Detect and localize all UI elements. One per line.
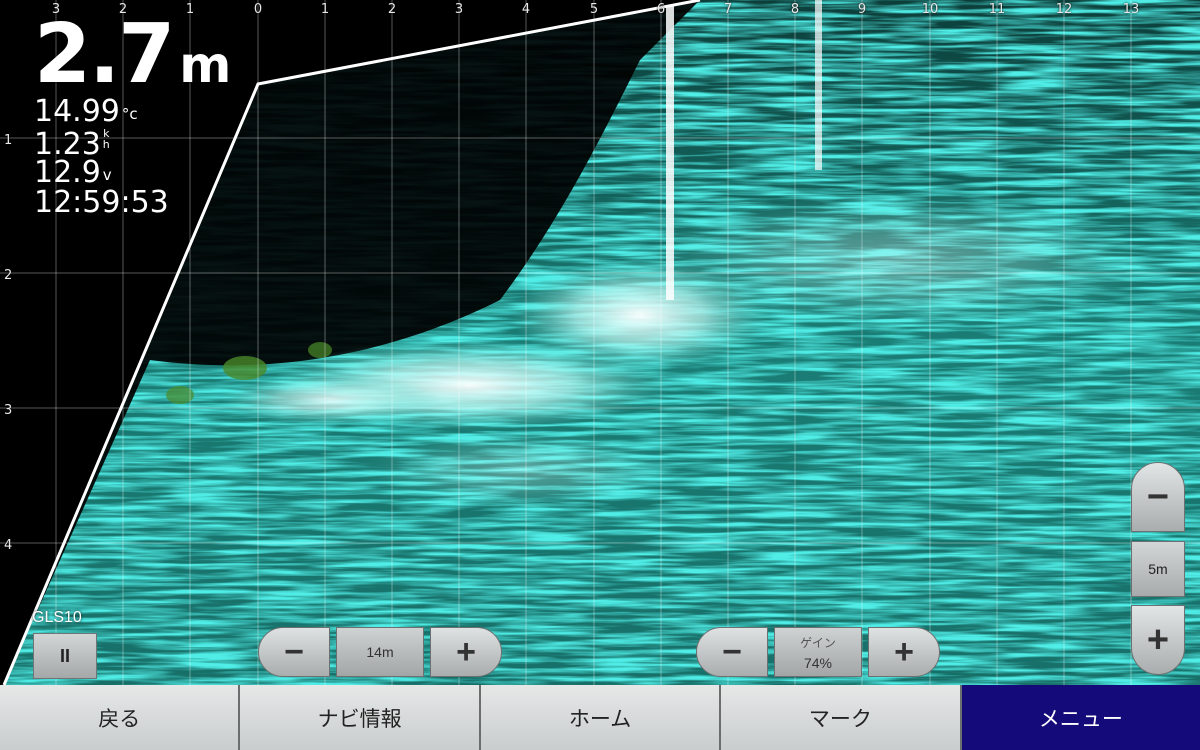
depth-value: 2.7 xyxy=(34,7,175,102)
gain-title: ゲイン xyxy=(800,635,836,650)
sonar-image xyxy=(0,0,1200,685)
bottom-nav-bar: 戻る ナビ情報 ホーム マーク メニュー xyxy=(0,685,1200,750)
range-minus-button[interactable]: − xyxy=(258,627,330,677)
mark-button[interactable]: マーク xyxy=(721,685,962,750)
range-value[interactable]: 14m xyxy=(336,627,424,677)
menu-button[interactable]: メニュー xyxy=(961,685,1200,750)
range-tick-label: 9 xyxy=(857,2,867,17)
depth-tick-label: 4 xyxy=(4,538,13,553)
range-tick-label: 12 xyxy=(1055,2,1073,17)
source-label: GLS10 xyxy=(32,609,82,626)
back-button[interactable]: 戻る xyxy=(0,685,241,750)
range-control: − 14m + xyxy=(258,627,502,677)
temperature-readout: 14.99 °c xyxy=(34,97,138,127)
gain-plus-button[interactable]: + xyxy=(868,627,940,677)
navi-info-button[interactable]: ナビ情報 xyxy=(240,685,481,750)
depth-tick-label: 1 xyxy=(4,133,13,148)
gain-value-box[interactable]: ゲイン 74% xyxy=(774,627,862,677)
range-tick-label: 8 xyxy=(790,2,800,17)
range-tick-label: 1 xyxy=(320,2,330,17)
range-tick-label: 13 xyxy=(1122,2,1140,17)
voltage-unit: v xyxy=(102,166,112,184)
zoom-plus-button[interactable]: + xyxy=(1131,605,1185,675)
range-tick-label: 7 xyxy=(723,2,733,17)
range-tick-label: 5 xyxy=(589,2,599,17)
range-tick-label: 10 xyxy=(921,2,939,17)
clock: 12:59:53 xyxy=(34,185,169,220)
range-tick-label: 3 xyxy=(454,2,464,17)
zoom-value[interactable]: 5m xyxy=(1131,541,1185,597)
range-tick-label: 0 xyxy=(253,2,263,17)
voltage-readout: 12.9 v xyxy=(34,158,112,188)
gain-control: − ゲイン 74% + xyxy=(696,627,940,677)
depth-readout: 2.7 m xyxy=(34,14,231,96)
gain-value: 74% xyxy=(803,654,833,671)
gain-minus-button[interactable]: − xyxy=(696,627,768,677)
zoom-minus-button[interactable]: − xyxy=(1131,462,1185,532)
range-plus-button[interactable]: + xyxy=(430,627,502,677)
depth-tick-label: 3 xyxy=(4,403,13,418)
speed-unit-bottom: h xyxy=(102,138,110,151)
sonar-view[interactable]: 3 2 1 0 1 2 3 4 5 6 7 8 9 10 11 12 13 1234 2.7 m 14.99 °c … xyxy=(0,0,1200,685)
range-tick-label: 6 xyxy=(656,2,666,17)
range-tick-label: 4 xyxy=(521,2,531,17)
temperature-value: 14.99 xyxy=(34,94,120,129)
pause-button[interactable]: II xyxy=(33,633,97,679)
depth-tick-label: 2 xyxy=(4,268,13,283)
range-tick-label: 2 xyxy=(387,2,397,17)
range-tick-label: 11 xyxy=(988,2,1006,17)
depth-unit: m xyxy=(179,36,232,94)
home-button[interactable]: ホーム xyxy=(480,685,722,750)
temperature-unit: °c xyxy=(121,105,138,123)
